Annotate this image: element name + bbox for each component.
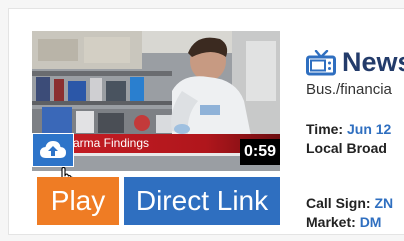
video-caption: arma Findings xyxy=(73,136,150,150)
cloud-upload-icon xyxy=(40,141,66,158)
time-row: Time: Jun 12 xyxy=(306,120,404,139)
broadcast-type: Local Broad xyxy=(306,140,387,156)
time-value[interactable]: Jun 12 xyxy=(347,121,391,137)
clip-title: News xyxy=(342,47,404,77)
play-button[interactable]: Play xyxy=(37,177,119,225)
clip-card: arma Findings 0:59 Play Direct Link New … xyxy=(8,8,404,235)
title-row: News xyxy=(306,47,404,78)
upload-button[interactable] xyxy=(32,133,74,167)
clip-category: Bus./financia xyxy=(306,81,392,98)
market-row: Market: DM xyxy=(306,213,404,232)
market-value[interactable]: DM xyxy=(360,214,382,230)
video-thumbnail[interactable]: arma Findings 0:59 xyxy=(32,31,280,171)
direct-link-button[interactable]: Direct Link xyxy=(124,177,280,225)
call-sign-label: Call Sign: xyxy=(306,195,371,211)
call-sign-value[interactable]: ZN xyxy=(374,195,393,211)
call-sign-row: Call Sign: ZN xyxy=(306,194,404,213)
video-duration: 0:59 xyxy=(239,139,280,165)
tv-icon xyxy=(306,49,336,75)
market-label: Market: xyxy=(306,214,356,230)
time-label: Time: xyxy=(306,121,344,137)
clip-info: News Bus./financia Time: Jun 12 Local Br… xyxy=(306,47,404,232)
